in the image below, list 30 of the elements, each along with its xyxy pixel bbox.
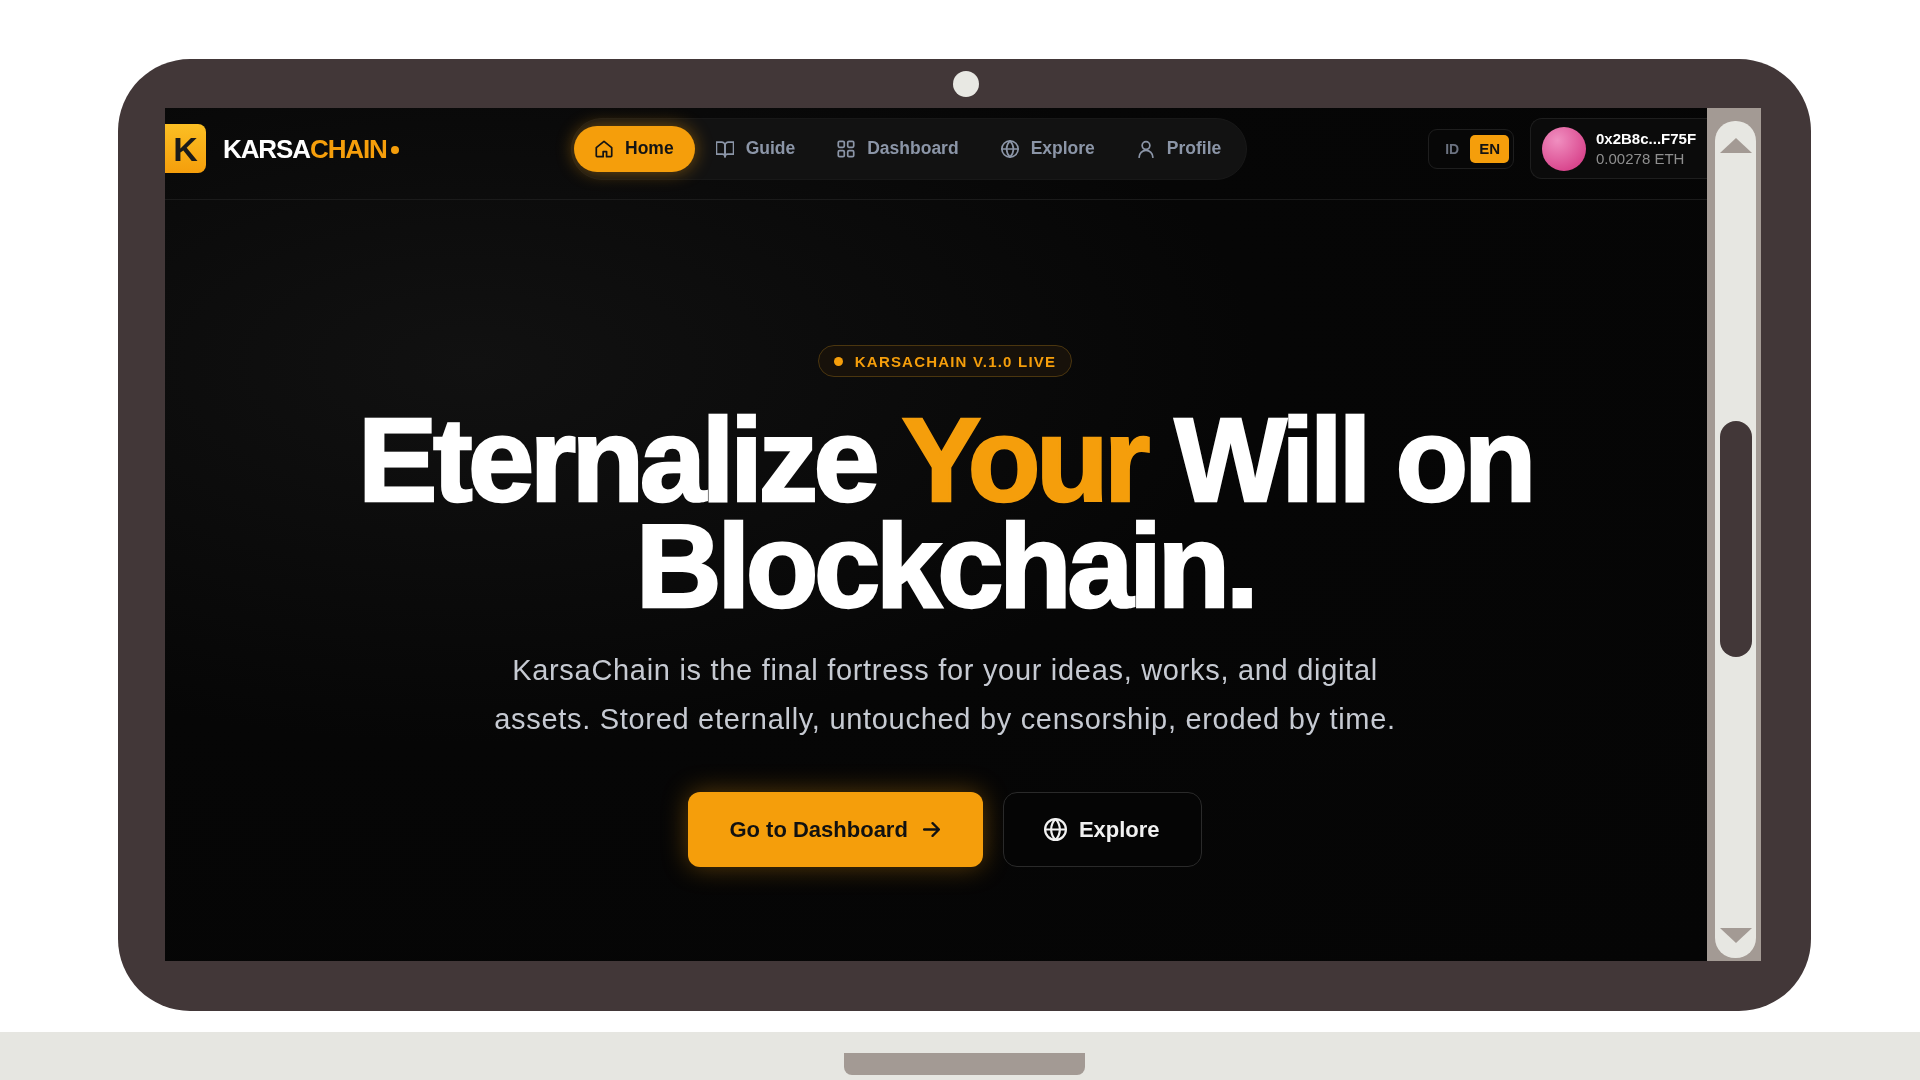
nav-link[interactable]: Dashboard xyxy=(816,125,980,172)
hero-headline: Eternalize Your Will on Blockchain. xyxy=(357,407,1533,619)
nav-link[interactable]: Profile xyxy=(1115,125,1243,172)
language-option[interactable]: EN xyxy=(1470,134,1509,163)
language-option[interactable]: ID xyxy=(1439,134,1466,163)
globe-icon xyxy=(1043,818,1067,841)
logo-mark: K xyxy=(165,124,206,173)
user-icon xyxy=(1136,139,1155,158)
arrow-right-icon xyxy=(922,821,940,838)
avatar xyxy=(1542,126,1586,171)
brand-wordmark: KARSACHAIN xyxy=(223,135,387,162)
wallet-balance: 0.00278 ETH xyxy=(1596,149,1686,168)
dashboard-button[interactable]: Go to Dashboard xyxy=(688,792,983,867)
badge-text: KARSACHAIN V.1.0 LIVE xyxy=(854,352,1057,370)
hero-description: KarsaChain is the final fortress for your ideas, works, and digital assets. Stored eternally, untouched by censorship, eroded by time. xyxy=(493,653,1397,737)
brand-dot-icon xyxy=(390,146,399,154)
home-icon xyxy=(595,139,613,158)
wallet-address: 0x2B8c...F75F xyxy=(1596,129,1697,148)
scrollbar-track[interactable] xyxy=(1715,121,1756,958)
explore-button[interactable]: Explore xyxy=(1002,792,1202,867)
webcam-icon xyxy=(952,70,979,97)
live-dot-icon xyxy=(833,356,843,366)
globe-icon xyxy=(1000,139,1019,158)
grid-icon xyxy=(837,139,856,158)
wallet-card[interactable]: 0x2B8c...F75F 0.00278 ETH xyxy=(1530,118,1707,179)
open-book-icon xyxy=(715,139,734,158)
scrollbar-thumb[interactable] xyxy=(1719,421,1752,657)
nav-link[interactable]: Explore xyxy=(979,125,1116,172)
nav-link[interactable]: Guide xyxy=(694,125,817,172)
nav-link[interactable]: Home xyxy=(574,125,695,172)
